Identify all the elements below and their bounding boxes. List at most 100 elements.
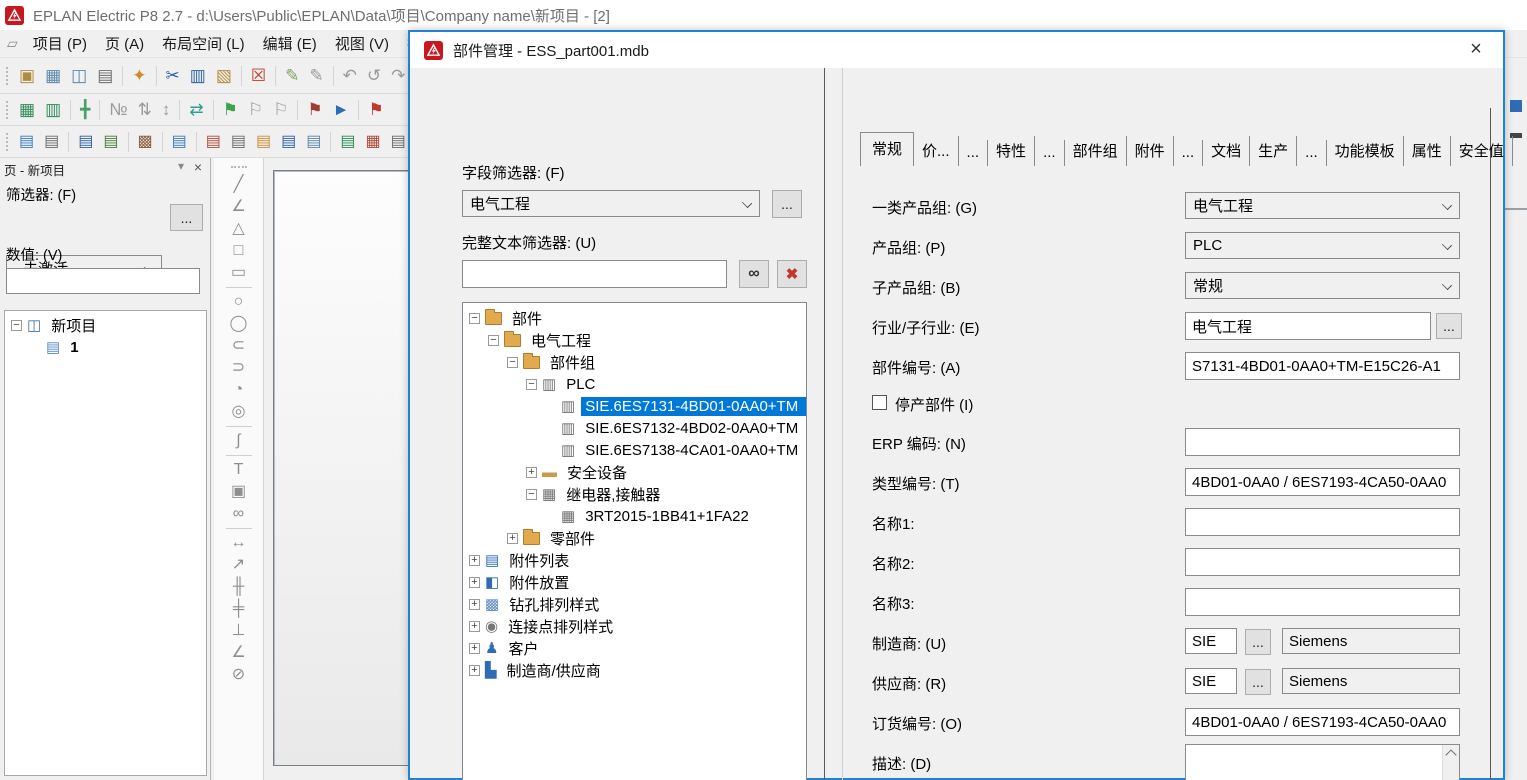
type-number-input[interactable] xyxy=(1185,468,1460,496)
toolbar-grip[interactable] xyxy=(6,67,8,85)
device-doc-icon[interactable]: ▤ xyxy=(39,131,64,153)
page-filter-ellipsis-button[interactable]: ... xyxy=(170,204,203,231)
dialog-splitter[interactable] xyxy=(824,68,825,780)
tree-expander-icon[interactable]: − xyxy=(507,357,518,368)
tree-expander-icon[interactable]: − xyxy=(488,335,499,346)
dimension-oblique-tool-icon[interactable]: ↗ xyxy=(232,554,245,576)
supplier-ellipsis-button[interactable]: ... xyxy=(1245,669,1271,695)
text-tool-icon[interactable]: T xyxy=(234,459,244,481)
tab-more-3[interactable]: ... xyxy=(1174,140,1204,166)
open-page-icon[interactable]: ▦ xyxy=(40,64,66,87)
flag-forward-icon[interactable]: ⚐ xyxy=(268,98,293,121)
device-pin-icon[interactable]: ▤ xyxy=(98,131,123,153)
wave-doc-icon[interactable]: ▤ xyxy=(251,131,276,153)
delete-selection-icon[interactable]: ☒ xyxy=(246,64,271,87)
tree-node[interactable]: +◉连接点排列样式 xyxy=(463,615,806,637)
tree-expander-icon[interactable]: − xyxy=(11,320,22,331)
spline-tool-icon[interactable]: ∫ xyxy=(236,430,240,452)
connector-doc-icon[interactable]: ▤ xyxy=(301,131,326,153)
manufacturer-code-input[interactable] xyxy=(1185,628,1237,654)
tab-safety-values[interactable]: 安全值 xyxy=(1451,136,1513,166)
name1-input[interactable] xyxy=(1185,508,1460,536)
tree-node[interactable]: +▩钻孔排列样式 xyxy=(463,593,806,615)
menu-page[interactable]: 页 (A) xyxy=(96,30,153,57)
tab-more-4[interactable]: ... xyxy=(1297,140,1327,166)
tab-general[interactable]: 常规 xyxy=(860,132,914,166)
panel-doc-icon[interactable]: ▩ xyxy=(133,131,158,153)
dimension-radius-tool-icon[interactable]: ⊘ xyxy=(232,664,245,686)
flag-book-icon[interactable]: ⚑ xyxy=(302,98,327,121)
dimension-height-tool-icon[interactable]: ⊥ xyxy=(232,620,246,642)
flag-delete-icon[interactable]: ⚑ xyxy=(363,98,388,121)
tree-expander-icon[interactable]: + xyxy=(469,621,480,632)
copy-format-icon[interactable]: ✎ xyxy=(280,64,304,87)
renumber-123-icon[interactable]: № xyxy=(104,98,132,121)
scrollbar[interactable] xyxy=(1442,745,1459,780)
device-key-icon[interactable]: ▤ xyxy=(73,131,98,153)
tree-node[interactable]: ▥SIE.6ES7132-4BD02-0AA0+TM xyxy=(463,417,806,439)
binoculars-search-button[interactable]: ∞ xyxy=(739,260,769,288)
dimension-chain-tool-icon[interactable]: ╫ xyxy=(233,576,244,598)
rail-doc-icon[interactable]: ▤ xyxy=(167,131,192,153)
value-input[interactable] xyxy=(6,268,200,294)
tree-expander-icon[interactable]: + xyxy=(469,665,480,676)
arc-left-tool-icon[interactable]: ⊂ xyxy=(232,335,245,357)
tree-expander-icon[interactable]: + xyxy=(469,577,480,588)
tab-more-2[interactable]: ... xyxy=(1035,140,1065,166)
tree-node[interactable]: ▥SIE.6ES7138-4CA01-0AA0+TM xyxy=(463,439,806,461)
supplier-code-input[interactable] xyxy=(1185,668,1237,694)
navigator-table-icon[interactable]: ▦ xyxy=(14,98,40,121)
hyperlink-tool-icon[interactable]: ∞ xyxy=(233,503,244,525)
new-page-icon[interactable]: ▣ xyxy=(14,64,40,87)
tab-assembly[interactable]: 部件组 xyxy=(1065,136,1127,166)
device-list-icon[interactable]: ▤ xyxy=(14,131,39,153)
undo-icon[interactable]: ↶ xyxy=(338,64,362,87)
cut-icon[interactable]: ✂ xyxy=(161,64,185,87)
polyline-tool-icon[interactable]: ∠ xyxy=(231,196,245,218)
tree-node[interactable]: −部件组 xyxy=(463,351,806,373)
settings-wrench-icon[interactable]: ✦ xyxy=(127,64,151,87)
tree-expander-icon[interactable]: − xyxy=(526,379,537,390)
assign-format-icon[interactable]: ✎ xyxy=(304,64,328,87)
renumber-pairs-icon[interactable]: ⇅ xyxy=(133,98,157,121)
tree-node[interactable]: −部件 xyxy=(463,307,806,329)
dialog-title-bar[interactable]: 部件管理 - ESS_part001.mdb xyxy=(410,32,1503,68)
tab-prices[interactable]: 价... xyxy=(914,136,959,166)
rectangle-tool-icon[interactable]: □ xyxy=(234,240,244,262)
drop-doc-icon[interactable]: ▤ xyxy=(276,131,301,153)
tree-node[interactable]: ▤1 xyxy=(5,336,206,358)
dialog-close-button[interactable]: × xyxy=(1463,38,1489,62)
field-filter-ellipsis-button[interactable]: ... xyxy=(772,190,802,218)
tree-node[interactable]: +▤附件列表 xyxy=(463,549,806,571)
tree-expander-icon[interactable]: + xyxy=(469,643,480,654)
tree-expander-icon[interactable]: − xyxy=(469,313,480,324)
part-number-input[interactable] xyxy=(1185,352,1460,380)
tree-node[interactable]: −◫新项目 xyxy=(5,314,206,336)
rectangle-center-tool-icon[interactable]: ▭ xyxy=(231,262,246,284)
manufacturer-ellipsis-button[interactable]: ... xyxy=(1245,629,1271,655)
toolbar-grip[interactable] xyxy=(6,133,8,151)
copy-icon[interactable]: ▥ xyxy=(185,64,211,87)
tree-node[interactable]: −▦继电器,接触器 xyxy=(463,483,806,505)
tree-node[interactable]: +◧附件放置 xyxy=(463,571,806,593)
dimension-chain-2-tool-icon[interactable]: ╪ xyxy=(233,598,244,620)
circle-points-tool-icon[interactable]: ◯ xyxy=(230,313,248,335)
paste-icon[interactable]: ▧ xyxy=(211,64,237,87)
description-textarea[interactable] xyxy=(1185,744,1460,780)
product-group-combobox[interactable]: PLC xyxy=(1185,232,1460,259)
toolbar-grip[interactable] xyxy=(6,101,8,119)
tree-node[interactable]: +♟客户 xyxy=(463,637,806,659)
panel-collapse-icon[interactable]: ▾ xyxy=(178,159,184,173)
menu-view[interactable]: 视图 (V) xyxy=(326,30,398,57)
name3-input[interactable] xyxy=(1185,588,1460,616)
flag-settings-icon[interactable]: ⚐ xyxy=(243,98,268,121)
tab-more-1[interactable]: ... xyxy=(959,140,989,166)
dimension-linear-tool-icon[interactable]: ↔ xyxy=(231,532,247,554)
pages-panel-header[interactable]: 页 - 新项目 ▾ × xyxy=(0,158,210,178)
tab-accessories[interactable]: 附件 xyxy=(1127,136,1174,166)
tree-expander-icon[interactable]: + xyxy=(469,599,480,610)
order-number-input[interactable] xyxy=(1185,708,1460,736)
erp-number-input[interactable] xyxy=(1185,428,1460,456)
graph-doc-icon[interactable]: ▤ xyxy=(226,131,251,153)
tab-attributes[interactable]: 特性 xyxy=(988,136,1035,166)
